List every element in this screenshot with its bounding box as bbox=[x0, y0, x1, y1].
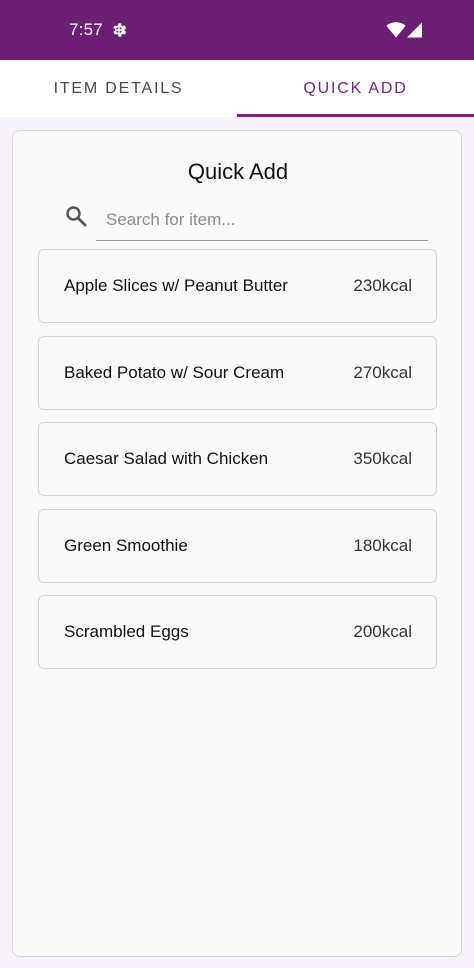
quick-add-card: Quick Add Apple Slices w/ Peanut Butter … bbox=[12, 130, 462, 957]
status-bar: 7:57 bbox=[0, 0, 474, 60]
card-title: Quick Add bbox=[187, 159, 289, 184]
tab-bar: ITEM DETAILS QUICK ADD bbox=[0, 60, 474, 117]
search-icon bbox=[66, 206, 87, 227]
gear-icon bbox=[113, 23, 127, 37]
tab-item-details[interactable]: ITEM DETAILS bbox=[0, 60, 237, 117]
list-item[interactable]: Apple Slices w/ Peanut Butter 230kcal bbox=[38, 249, 437, 323]
item-calories: 270kcal bbox=[353, 363, 412, 382]
list-item[interactable]: Green Smoothie 180kcal bbox=[38, 509, 437, 583]
list-item[interactable]: Caesar Salad with Chicken 350kcal bbox=[38, 422, 437, 496]
tab-quick-add[interactable]: QUICK ADD bbox=[237, 60, 474, 117]
item-name: Apple Slices w/ Peanut Butter bbox=[64, 276, 288, 295]
item-calories: 200kcal bbox=[353, 622, 412, 641]
item-calories: 350kcal bbox=[353, 449, 412, 468]
item-name: Scrambled Eggs bbox=[64, 622, 189, 641]
wifi-icon bbox=[386, 22, 406, 38]
item-name: Baked Potato w/ Sour Cream bbox=[64, 363, 285, 382]
item-calories: 230kcal bbox=[353, 276, 412, 295]
item-name: Caesar Salad with Chicken bbox=[64, 449, 269, 468]
tab-selected-indicator bbox=[237, 114, 474, 117]
search-input[interactable] bbox=[96, 199, 428, 241]
list-item[interactable]: Scrambled Eggs 200kcal bbox=[38, 595, 437, 669]
cell-signal-icon bbox=[407, 22, 422, 38]
item-name: Green Smoothie bbox=[64, 536, 188, 555]
item-calories: 180kcal bbox=[353, 536, 412, 555]
list-item[interactable]: Baked Potato w/ Sour Cream 270kcal bbox=[38, 336, 437, 410]
status-time: 7:57 bbox=[69, 20, 103, 39]
